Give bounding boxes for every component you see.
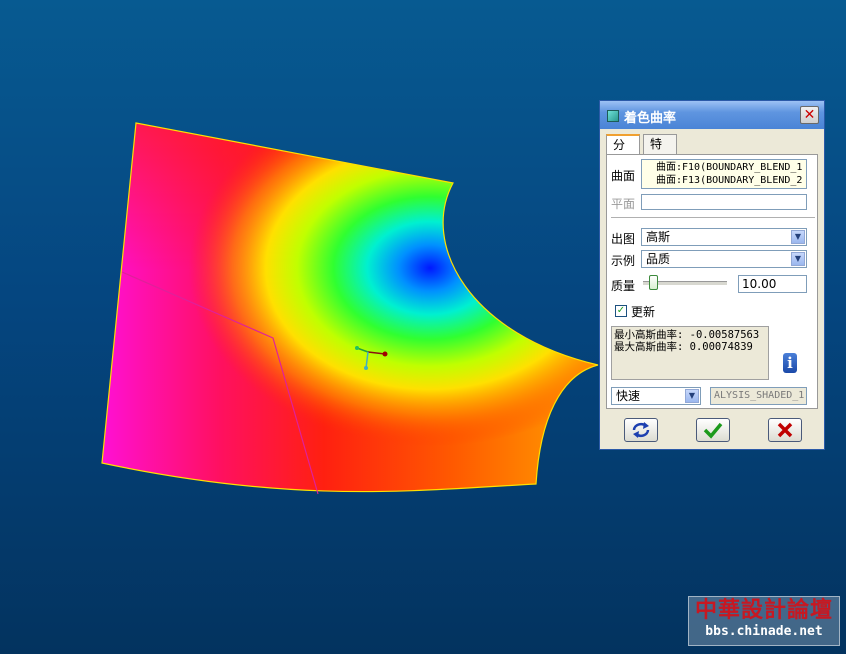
display-select[interactable]: 品质 ▼ xyxy=(641,250,807,268)
watermark-title: 中華設計論壇 xyxy=(694,598,833,623)
surface-item[interactable]: 曲面:F10(BOUNDARY_BLEND_1 xyxy=(656,161,804,174)
ok-button[interactable] xyxy=(696,418,730,442)
watermark-url: bbs.chinade.net xyxy=(705,624,823,639)
surface-label: 曲面 xyxy=(611,169,636,183)
tab-feature[interactable]: 特征 xyxy=(643,134,677,170)
forum-watermark: 中華設計論壇 bbs.chinade.net xyxy=(688,596,840,646)
compute-mode-value: 快速 xyxy=(616,389,641,403)
dialog-titlebar[interactable]: 着色曲率 ✕ xyxy=(600,101,824,129)
update-checkbox[interactable]: ✓ xyxy=(615,305,627,317)
output-label: 出图 xyxy=(611,232,636,246)
plane-field[interactable] xyxy=(641,194,807,210)
analysis-panel: 曲面 曲面:F10(BOUNDARY_BLEND_1 曲面:F13(BOUNDA… xyxy=(606,154,818,409)
cancel-button[interactable] xyxy=(768,418,802,442)
tab-analysis[interactable]: 分析 xyxy=(606,134,640,171)
update-label: 更新 xyxy=(631,305,656,319)
quality-input[interactable]: 10.00 xyxy=(738,275,807,293)
chevron-down-icon[interactable]: ▼ xyxy=(685,389,699,403)
max-curvature-text: 最大高斯曲率: 0.00074839 xyxy=(614,341,753,353)
curvature-surface xyxy=(102,123,598,492)
repeat-button[interactable] xyxy=(624,418,658,442)
close-icon[interactable]: ✕ xyxy=(800,106,819,124)
quality-slider[interactable] xyxy=(643,275,727,290)
chevron-down-icon[interactable]: ▼ xyxy=(791,230,805,244)
slider-thumb[interactable] xyxy=(648,275,658,290)
refresh-icon xyxy=(632,422,650,438)
output-select-value: 高斯 xyxy=(646,230,671,244)
surface-collector[interactable]: 曲面:F10(BOUNDARY_BLEND_1 曲面:F13(BOUNDARY_… xyxy=(641,159,807,189)
display-label: 示例 xyxy=(611,254,636,268)
curvature-results: 最小高斯曲率: -0.00587563 最大高斯曲率: 0.00074839 xyxy=(611,326,769,380)
quality-label: 质量 xyxy=(611,279,636,293)
chevron-down-icon[interactable]: ▼ xyxy=(791,252,805,266)
cancel-x-icon xyxy=(777,422,793,438)
dialog-title: 着色曲率 xyxy=(624,111,677,126)
shaded-curvature-dialog: 着色曲率 ✕ 分析 特征 曲面 曲面:F10(BOUNDARY_BLEND_1 … xyxy=(599,100,825,450)
surface-item[interactable]: 曲面:F13(BOUNDARY_BLEND_2 xyxy=(656,174,804,187)
min-curvature-text: 最小高斯曲率: -0.00587563 xyxy=(614,329,760,341)
display-select-value: 品质 xyxy=(646,252,671,266)
plane-label: 平面 xyxy=(611,197,636,211)
divider xyxy=(611,217,815,219)
info-icon[interactable]: i xyxy=(783,353,797,373)
feature-name-field[interactable]: ALYSIS_SHADED_1 xyxy=(710,387,807,405)
dialog-app-icon xyxy=(607,110,619,122)
checkmark-icon xyxy=(703,422,723,439)
output-select[interactable]: 高斯 ▼ xyxy=(641,228,807,246)
compute-mode-select[interactable]: 快速 ▼ xyxy=(611,387,701,405)
